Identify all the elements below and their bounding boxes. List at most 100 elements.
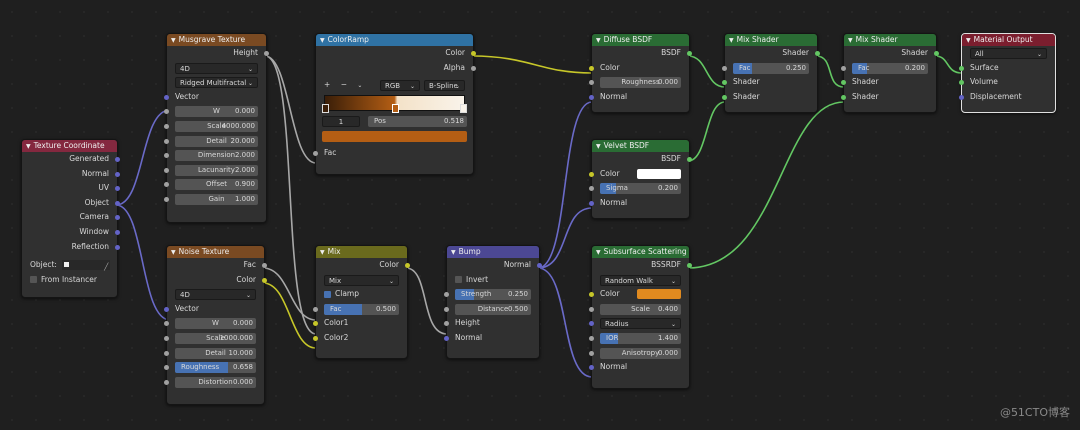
socket-icon[interactable] — [164, 182, 169, 188]
socket-icon[interactable] — [164, 94, 169, 100]
socket-icon[interactable] — [841, 94, 846, 100]
noise-texture-node[interactable]: ▼ Noise Texture Fac Color 4D ⌄ Vector W 0.0… — [164, 245, 267, 405]
socket-icon[interactable] — [115, 171, 120, 177]
socket-icon[interactable] — [471, 51, 476, 56]
musgrave-type-select[interactable]: Ridged Multifractal ⌄ — [175, 77, 258, 89]
w-field[interactable]: W 0.000 — [175, 106, 258, 118]
invert-checkbox[interactable] — [455, 276, 462, 284]
node-header[interactable]: ▼ Subsurface Scattering — [592, 246, 689, 258]
object-picker[interactable]: ╱ — [62, 260, 111, 271]
scale-field[interactable]: Scale 4000.000 — [175, 120, 258, 132]
collapse-chevron-icon[interactable]: ▼ — [320, 247, 325, 258]
invert-row[interactable]: Invert — [447, 273, 539, 288]
ramp-gradient[interactable] — [322, 94, 467, 113]
anisotropy-field[interactable]: Anisotropy 0.000 — [600, 347, 681, 359]
render-target-select[interactable]: All ⌄ — [970, 48, 1047, 59]
socket-icon[interactable] — [164, 350, 169, 356]
socket-icon[interactable] — [589, 94, 594, 100]
node-header[interactable]: ▼ Noise Texture — [167, 246, 264, 258]
clamp-checkbox[interactable] — [324, 290, 331, 298]
sigma-field[interactable]: Sigma 0.200 — [600, 183, 681, 195]
socket-icon[interactable] — [164, 379, 169, 385]
socket-icon[interactable] — [444, 335, 449, 341]
socket-icon[interactable] — [115, 229, 120, 235]
socket-icon[interactable] — [313, 321, 318, 327]
socket-icon[interactable] — [815, 51, 820, 56]
socket-icon[interactable] — [264, 51, 269, 56]
remove-stop-button[interactable]: − — [341, 80, 347, 89]
socket-icon[interactable] — [537, 263, 542, 268]
colorramp-node[interactable]: ▼ ColorRamp Color Alpha + − ⌄ RGB ⌄ B-Spli… — [313, 33, 476, 175]
socket-icon[interactable] — [164, 138, 169, 144]
socket-icon[interactable] — [841, 65, 846, 71]
diffuse-bsdf-node[interactable]: ▼ Diffuse BSDF BSDF Color Roughness 0.000 … — [589, 33, 692, 113]
lacunarity-field[interactable]: Lacunarity 2.000 — [175, 164, 258, 176]
socket-icon[interactable] — [959, 94, 964, 100]
socket-icon[interactable] — [313, 151, 318, 157]
socket-icon[interactable] — [164, 335, 169, 341]
socket-icon[interactable] — [444, 292, 449, 298]
socket-icon[interactable] — [262, 263, 267, 268]
socket-icon[interactable] — [164, 196, 169, 202]
collapse-chevron-icon[interactable]: ▼ — [729, 35, 734, 46]
collapse-chevron-icon[interactable]: ▼ — [596, 141, 601, 152]
distortion-field[interactable]: Distortion 0.000 — [175, 376, 256, 388]
interpolation-select[interactable]: B-Spline ⌄ — [424, 80, 465, 92]
collapse-chevron-icon[interactable]: ▼ — [966, 35, 971, 46]
socket-icon[interactable] — [589, 365, 594, 371]
material-output-node[interactable]: ▼ Material Output All ⌄ Surface Volume Dis… — [959, 33, 1056, 113]
socket-icon[interactable] — [164, 365, 169, 371]
ramp-stop-handle[interactable] — [391, 103, 399, 113]
stop-index-field[interactable]: 1 — [322, 115, 360, 127]
bump-node[interactable]: ▼ Bump Normal Invert Strength 0.250 Distan… — [444, 245, 542, 359]
socket-icon[interactable] — [589, 186, 594, 192]
distance-field[interactable]: Distance 0.500 — [455, 303, 531, 315]
socket-icon[interactable] — [722, 80, 727, 86]
collapse-chevron-icon[interactable]: ▼ — [171, 35, 176, 46]
socket-icon[interactable] — [687, 51, 692, 56]
collapse-chevron-icon[interactable]: ▼ — [451, 247, 456, 258]
color-swatch[interactable] — [637, 289, 681, 300]
detail-field[interactable]: Detail 10.000 — [175, 347, 256, 359]
radius-select[interactable]: Radius ⌄ — [600, 318, 681, 330]
socket-icon[interactable] — [687, 157, 692, 162]
socket-icon[interactable] — [589, 65, 594, 71]
socket-icon[interactable] — [722, 65, 727, 71]
socket-icon[interactable] — [841, 80, 846, 86]
node-header[interactable]: ▼ Mix Shader — [844, 34, 936, 46]
roughness-field[interactable]: Roughness 0.658 — [175, 362, 256, 374]
node-header[interactable]: ▼ Mix — [316, 246, 407, 258]
ramp-menu-chevron-icon[interactable]: ⌄ — [357, 82, 362, 89]
mix-shader-node-2[interactable]: ▼ Mix Shader Shader Fac 0.200 Shader Shade… — [841, 33, 939, 113]
node-header[interactable]: ▼ Material Output — [962, 34, 1055, 46]
socket-icon[interactable] — [164, 109, 169, 115]
socket-icon[interactable] — [164, 306, 169, 312]
ramp-stop-handle[interactable] — [322, 103, 329, 113]
collapse-chevron-icon[interactable]: ▼ — [596, 35, 601, 46]
socket-icon[interactable] — [164, 123, 169, 129]
socket-icon[interactable] — [589, 350, 594, 356]
blend-mode-select[interactable]: Mix ⌄ — [324, 274, 399, 286]
from-instancer-row[interactable]: From Instancer — [22, 273, 117, 288]
node-header[interactable]: ▼ Diffuse BSDF — [592, 34, 689, 46]
w-field[interactable]: W 0.000 — [175, 318, 256, 330]
offset-field[interactable]: Offset 0.900 — [175, 179, 258, 191]
collapse-chevron-icon[interactable]: ▼ — [320, 35, 325, 46]
socket-icon[interactable] — [722, 94, 727, 100]
dimension-field[interactable]: Dimension 2.000 — [175, 150, 258, 162]
socket-icon[interactable] — [959, 65, 964, 71]
musgrave-texture-node[interactable]: ▼ Musgrave Texture Height 4D ⌄ Ridged Mult… — [164, 33, 269, 223]
socket-icon[interactable] — [589, 306, 594, 312]
velvet-bsdf-node[interactable]: ▼ Velvet BSDF BSDF Color Sigma 0.200 Norma… — [589, 139, 692, 219]
gain-field[interactable]: Gain 1.000 — [175, 193, 258, 205]
socket-icon[interactable] — [313, 306, 318, 312]
socket-icon[interactable] — [115, 200, 120, 206]
socket-icon[interactable] — [687, 263, 692, 268]
collapse-chevron-icon[interactable]: ▼ — [171, 247, 176, 258]
socket-icon[interactable] — [405, 263, 410, 268]
socket-icon[interactable] — [589, 200, 594, 206]
node-header[interactable]: ▼ Mix Shader — [725, 34, 817, 46]
collapse-chevron-icon[interactable]: ▼ — [848, 35, 853, 46]
strength-field[interactable]: Strength 0.250 — [455, 289, 531, 301]
socket-icon[interactable] — [589, 321, 594, 327]
